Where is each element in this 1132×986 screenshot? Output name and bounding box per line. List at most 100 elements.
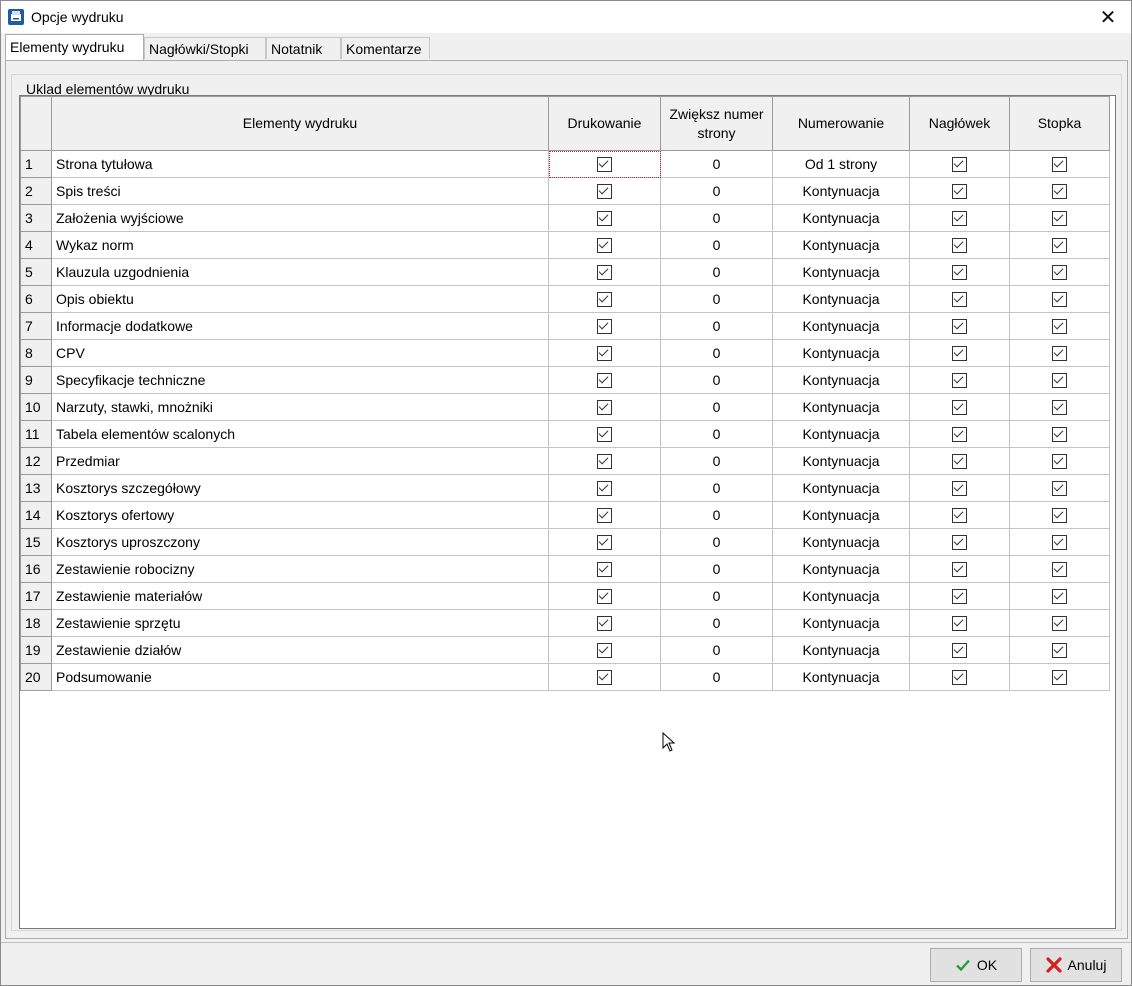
header-cell[interactable]	[909, 555, 1010, 583]
table-row[interactable]: 1 Strona tytułowa 0 Od 1 strony	[20, 150, 1110, 178]
header-checkbox[interactable]	[952, 481, 967, 497]
increase-page-number[interactable]: 0	[660, 312, 773, 340]
footer-checkbox[interactable]	[1052, 670, 1067, 686]
print-checkbox[interactable]	[597, 643, 612, 659]
numbering-select[interactable]: Kontynuacja	[772, 528, 910, 556]
numbering-select[interactable]: Kontynuacja	[772, 501, 910, 529]
print-checkbox[interactable]	[597, 454, 612, 470]
tab-notatnik[interactable]: Notatnik	[266, 37, 341, 59]
footer-cell[interactable]	[1009, 609, 1110, 637]
print-checkbox[interactable]	[597, 427, 612, 443]
footer-checkbox[interactable]	[1052, 373, 1067, 389]
print-cell[interactable]	[548, 150, 661, 178]
tab-naglowki-stopki[interactable]: Nagłówki/Stopki	[144, 37, 266, 59]
print-checkbox[interactable]	[597, 292, 612, 308]
print-cell[interactable]	[548, 528, 661, 556]
footer-cell[interactable]	[1009, 285, 1110, 313]
footer-cell[interactable]	[1009, 420, 1110, 448]
footer-checkbox[interactable]	[1052, 481, 1067, 497]
footer-checkbox[interactable]	[1052, 562, 1067, 578]
header-cell[interactable]	[909, 420, 1010, 448]
header-checkbox[interactable]	[952, 319, 967, 335]
numbering-select[interactable]: Kontynuacja	[772, 609, 910, 637]
header-checkbox[interactable]	[952, 238, 967, 254]
table-row[interactable]: 6 Opis obiektu 0 Kontynuacja	[20, 285, 1110, 313]
numbering-select[interactable]: Kontynuacja	[772, 447, 910, 475]
print-cell[interactable]	[548, 474, 661, 502]
header-cell[interactable]	[909, 150, 1010, 178]
numbering-select[interactable]: Kontynuacja	[772, 285, 910, 313]
increase-page-number[interactable]: 0	[660, 339, 773, 367]
print-cell[interactable]	[548, 555, 661, 583]
footer-cell[interactable]	[1009, 231, 1110, 259]
print-cell[interactable]	[548, 204, 661, 232]
header-cell[interactable]	[909, 366, 1010, 394]
header-checkbox[interactable]	[952, 427, 967, 443]
table-row[interactable]: 8 CPV 0 Kontynuacja	[20, 339, 1110, 367]
print-cell[interactable]	[548, 177, 661, 205]
numbering-select[interactable]: Kontynuacja	[772, 555, 910, 583]
increase-page-number[interactable]: 0	[660, 177, 773, 205]
header-cell[interactable]	[909, 663, 1010, 691]
header-checkbox[interactable]	[952, 535, 967, 551]
print-checkbox[interactable]	[597, 562, 612, 578]
table-row[interactable]: 7 Informacje dodatkowe 0 Kontynuacja	[20, 312, 1110, 340]
header-checkbox[interactable]	[952, 265, 967, 281]
header-cell[interactable]	[909, 474, 1010, 502]
increase-page-number[interactable]: 0	[660, 366, 773, 394]
table-row[interactable]: 11 Tabela elementów scalonych 0 Kontynuacja	[20, 420, 1110, 448]
header-checkbox[interactable]	[952, 292, 967, 308]
print-cell[interactable]	[548, 312, 661, 340]
increase-page-number[interactable]: 0	[660, 204, 773, 232]
print-cell[interactable]	[548, 285, 661, 313]
footer-cell[interactable]	[1009, 663, 1110, 691]
footer-cell[interactable]	[1009, 258, 1110, 286]
header-cell[interactable]	[909, 285, 1010, 313]
print-checkbox[interactable]	[597, 238, 612, 254]
table-row[interactable]: 17 Zestawienie materiałów 0 Kontynuacja	[20, 582, 1110, 610]
print-cell[interactable]	[548, 636, 661, 664]
tab-elementy-wydruku[interactable]: Elementy wydruku	[5, 34, 144, 60]
numbering-select[interactable]: Kontynuacja	[772, 231, 910, 259]
header-cell[interactable]	[909, 582, 1010, 610]
increase-page-number[interactable]: 0	[660, 528, 773, 556]
footer-cell[interactable]	[1009, 393, 1110, 421]
numbering-select[interactable]: Kontynuacja	[772, 312, 910, 340]
table-row[interactable]: 5 Klauzula uzgodnienia 0 Kontynuacja	[20, 258, 1110, 286]
footer-checkbox[interactable]	[1052, 508, 1067, 524]
footer-checkbox[interactable]	[1052, 346, 1067, 362]
header-cell[interactable]	[909, 636, 1010, 664]
footer-cell[interactable]	[1009, 501, 1110, 529]
tab-komentarze[interactable]: Komentarze	[341, 37, 430, 59]
print-checkbox[interactable]	[597, 184, 612, 200]
footer-checkbox[interactable]	[1052, 589, 1067, 605]
footer-checkbox[interactable]	[1052, 211, 1067, 227]
header-cell[interactable]	[909, 609, 1010, 637]
print-checkbox[interactable]	[597, 373, 612, 389]
footer-checkbox[interactable]	[1052, 184, 1067, 200]
print-checkbox[interactable]	[597, 535, 612, 551]
print-checkbox[interactable]	[597, 670, 612, 686]
header-checkbox[interactable]	[952, 400, 967, 416]
footer-cell[interactable]	[1009, 528, 1110, 556]
header-checkbox[interactable]	[952, 589, 967, 605]
header-checkbox[interactable]	[952, 670, 967, 686]
print-cell[interactable]	[548, 339, 661, 367]
header-cell[interactable]	[909, 204, 1010, 232]
footer-checkbox[interactable]	[1052, 643, 1067, 659]
print-cell[interactable]	[548, 447, 661, 475]
header-cell[interactable]	[909, 177, 1010, 205]
print-cell[interactable]	[548, 231, 661, 259]
numbering-select[interactable]: Kontynuacja	[772, 366, 910, 394]
print-checkbox[interactable]	[597, 589, 612, 605]
print-checkbox[interactable]	[597, 508, 612, 524]
header-checkbox[interactable]	[952, 373, 967, 389]
column-header[interactable]: Nagłówek	[909, 96, 1010, 151]
print-cell[interactable]	[548, 501, 661, 529]
increase-page-number[interactable]: 0	[660, 150, 773, 178]
footer-cell[interactable]	[1009, 582, 1110, 610]
table-row[interactable]: 4 Wykaz norm 0 Kontynuacja	[20, 231, 1110, 259]
increase-page-number[interactable]: 0	[660, 447, 773, 475]
header-cell[interactable]	[909, 339, 1010, 367]
numbering-select[interactable]: Kontynuacja	[772, 339, 910, 367]
